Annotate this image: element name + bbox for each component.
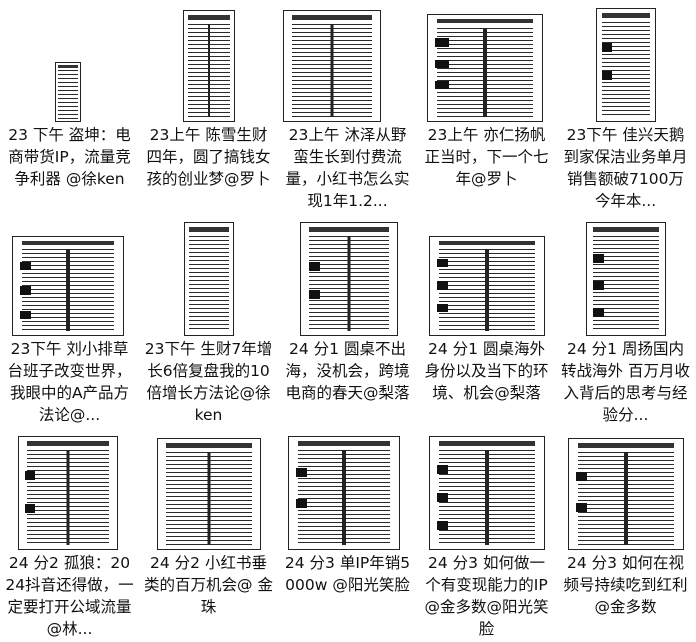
document-thumbnail-icon	[429, 436, 545, 550]
thumbnail[interactable]	[139, 428, 278, 550]
file-item[interactable]: 23上午 沐泽从野蛮生长到付费流量，小红书怎么实现1年1.2...	[278, 0, 417, 214]
file-item[interactable]: 23上午 陈雪生财四年，圆了搞钱女孩的创业梦@罗卜	[139, 0, 278, 214]
file-title[interactable]: 24 分1 圆桌不出海，没机会，跨境电商的春天@梨落	[282, 338, 413, 404]
document-thumbnail-icon	[427, 14, 543, 122]
file-title[interactable]: 24 分2 小红书垂类的百万机会@ 金珠	[143, 552, 274, 618]
document-thumbnail-icon	[596, 8, 656, 122]
file-item[interactable]: 24 分1 周扬国内转战海外 百万月收入背后的思考与经验分...	[556, 214, 695, 428]
thumbnail[interactable]	[278, 0, 417, 122]
file-title[interactable]: 23下午 生财7年增长6倍复盘我的10倍增长方法论@徐ken	[143, 338, 274, 426]
file-item[interactable]: 24 分1 圆桌海外身份以及当下的环境、机会@梨落	[417, 214, 556, 428]
file-title[interactable]: 24 分3 如何做一个有变现能力的IP@金多数@阳光笑脸	[421, 552, 552, 640]
file-title[interactable]: 23下午 佳兴天鹅到家保洁业务单月销售额破7100万今年本...	[560, 124, 691, 212]
thumbnail[interactable]	[556, 0, 695, 122]
file-title[interactable]: 24 分1 圆桌海外身份以及当下的环境、机会@梨落	[421, 338, 552, 404]
document-thumbnail-icon	[568, 438, 684, 550]
document-thumbnail-icon	[18, 436, 118, 550]
file-item[interactable]: 23下午 刘小排草台班子改变世界，我眼中的A产品方法论@...	[0, 214, 139, 428]
thumbnail[interactable]	[417, 428, 556, 550]
thumbnail[interactable]	[0, 428, 139, 550]
file-title[interactable]: 23下午 刘小排草台班子改变世界，我眼中的A产品方法论@...	[4, 338, 135, 426]
file-title[interactable]: 24 分3 如何在视频号持续吃到红利@金多数	[560, 552, 691, 618]
document-thumbnail-icon	[183, 10, 235, 122]
thumbnail[interactable]	[0, 214, 139, 336]
file-item[interactable]: 24 分3 如何在视频号持续吃到红利@金多数	[556, 428, 695, 642]
file-item[interactable]: 23上午 亦仁扬帆正当时，下一个七年@罗卜	[417, 0, 556, 214]
document-thumbnail-icon	[55, 62, 81, 122]
document-thumbnail-icon	[283, 10, 381, 122]
document-thumbnail-icon	[300, 222, 398, 336]
thumbnail[interactable]	[278, 428, 417, 550]
thumbnail[interactable]	[556, 428, 695, 550]
file-title[interactable]: 24 分2 孤狼：2024抖音还得做，一定要打开公域流量@林...	[4, 552, 135, 640]
file-title[interactable]: 24 分3 单IP年销5000w @阳光笑脸	[282, 552, 413, 596]
thumbnail[interactable]	[417, 214, 556, 336]
file-item[interactable]: 24 分2 孤狼：2024抖音还得做，一定要打开公域流量@林...	[0, 428, 139, 642]
file-title[interactable]: 23 下午 盗坤：电商带货IP，流量竞争利器 @徐ken	[4, 124, 135, 190]
thumbnail[interactable]	[417, 0, 556, 122]
document-thumbnail-icon	[586, 222, 666, 336]
file-item[interactable]: 23下午 佳兴天鹅到家保洁业务单月销售额破7100万今年本...	[556, 0, 695, 214]
file-grid: 23 下午 盗坤：电商带货IP，流量竞争利器 @徐ken 23上午 陈雪生财四年…	[0, 0, 696, 642]
thumbnail[interactable]	[139, 0, 278, 122]
file-title[interactable]: 23上午 沐泽从野蛮生长到付费流量，小红书怎么实现1年1.2...	[282, 124, 413, 212]
file-item[interactable]: 23 下午 盗坤：电商带货IP，流量竞争利器 @徐ken	[0, 0, 139, 214]
file-title[interactable]: 23上午 亦仁扬帆正当时，下一个七年@罗卜	[421, 124, 552, 190]
document-thumbnail-icon	[157, 438, 261, 550]
thumbnail[interactable]	[556, 214, 695, 336]
thumbnail[interactable]	[139, 214, 278, 336]
document-thumbnail-icon	[288, 436, 400, 550]
document-thumbnail-icon	[429, 236, 545, 336]
document-thumbnail-icon	[184, 222, 234, 336]
file-title[interactable]: 24 分1 周扬国内转战海外 百万月收入背后的思考与经验分...	[560, 338, 691, 426]
file-item[interactable]: 24 分2 小红书垂类的百万机会@ 金珠	[139, 428, 278, 642]
file-item[interactable]: 24 分3 单IP年销5000w @阳光笑脸	[278, 428, 417, 642]
document-thumbnail-icon	[12, 236, 124, 336]
thumbnail[interactable]	[0, 0, 139, 122]
file-item[interactable]: 24 分3 如何做一个有变现能力的IP@金多数@阳光笑脸	[417, 428, 556, 642]
file-item[interactable]: 24 分1 圆桌不出海，没机会，跨境电商的春天@梨落	[278, 214, 417, 428]
file-title[interactable]: 23上午 陈雪生财四年，圆了搞钱女孩的创业梦@罗卜	[143, 124, 274, 190]
file-item[interactable]: 23下午 生财7年增长6倍复盘我的10倍增长方法论@徐ken	[139, 214, 278, 428]
thumbnail[interactable]	[278, 214, 417, 336]
